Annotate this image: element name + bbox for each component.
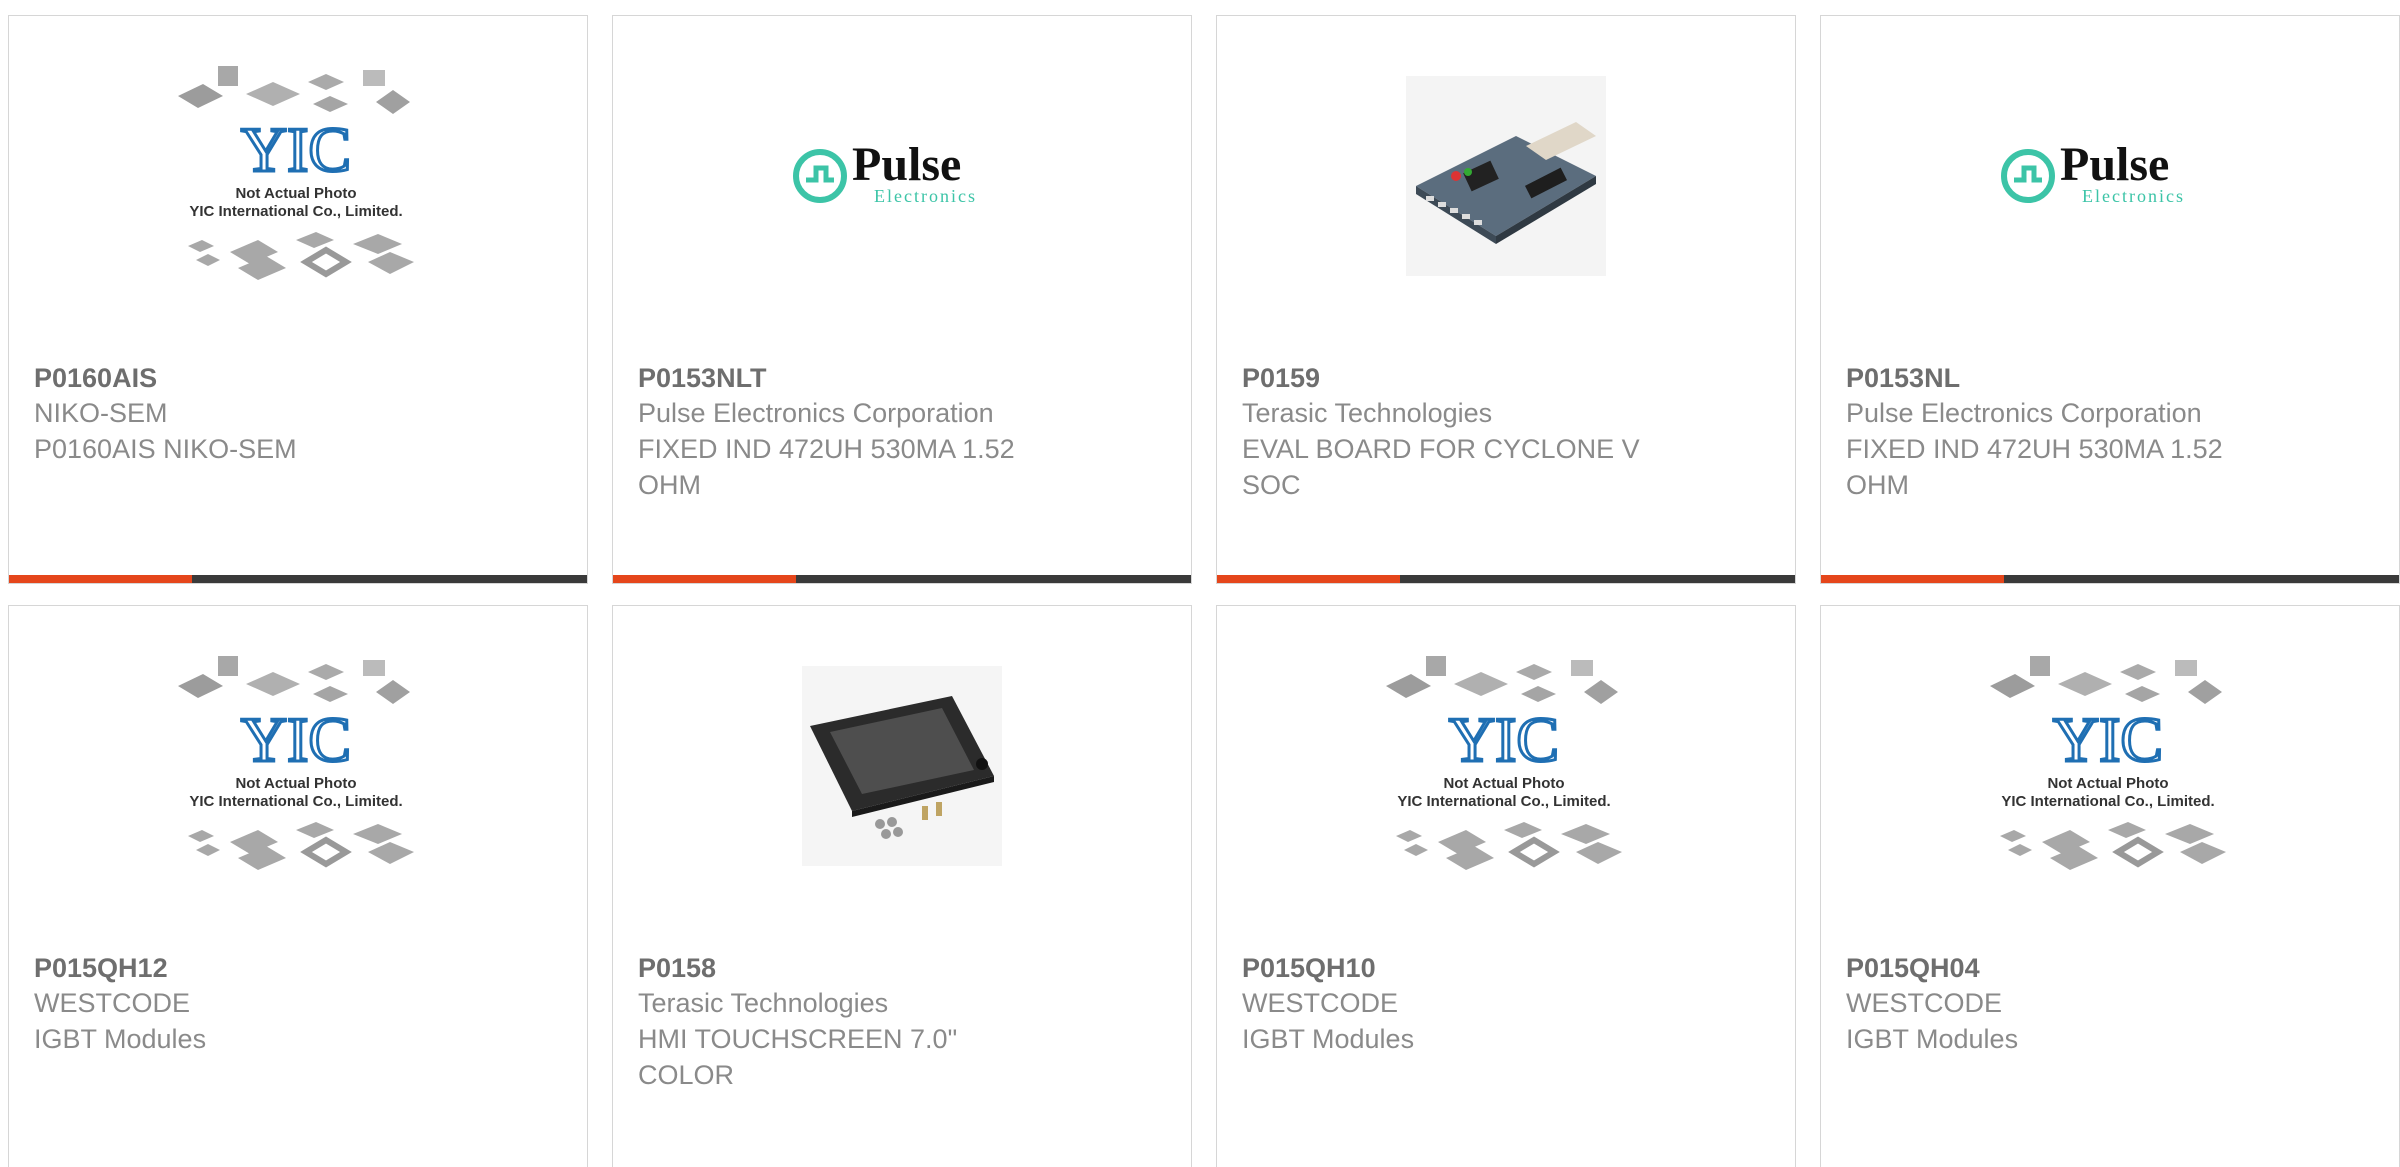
description: EVAL BOARD FOR CYCLONE V SOC (1242, 434, 1640, 500)
yic-logo-icon: YIC (1449, 704, 1559, 775)
yic-logo-icon: YIC (241, 114, 351, 185)
pulse-logo-icon (2001, 149, 2055, 203)
image-caption-line1: Not Actual Photo (1443, 775, 1564, 792)
part-number[interactable]: P0158 (638, 951, 1058, 985)
description: HMI TOUCHSCREEN 7.0" COLOR (638, 1024, 958, 1090)
description: P0160AIS NIKO-SEM (34, 434, 297, 464)
part-number[interactable]: P015QH10 (1242, 951, 1662, 985)
card-bottom-bar (613, 575, 1191, 583)
product-card[interactable]: YIC Not Actual Photo YIC International C… (1820, 605, 2400, 1167)
logo-main-text: Pulse (2060, 138, 2169, 191)
image-caption-line2: YIC International Co., Limited. (189, 793, 402, 810)
image-caption-line2: YIC International Co., Limited. (189, 203, 402, 220)
card-bottom-bar-accent (9, 575, 192, 583)
part-number[interactable]: P0160AIS (34, 361, 454, 395)
part-number[interactable]: P015QH12 (34, 951, 454, 985)
card-bottom-bar (1821, 575, 2399, 583)
manufacturer: WESTCODE (34, 988, 191, 1018)
product-card[interactable]: YIC Not Actual Photo YIC International C… (1216, 605, 1796, 1167)
image-caption-line1: Not Actual Photo (2047, 775, 2168, 792)
product-card[interactable]: P0158 Terasic Technologies HMI TOUCHSCRE… (612, 605, 1192, 1167)
image-caption-line1: Not Actual Photo (235, 775, 356, 792)
logo-sub-text: Electronics (2082, 186, 2185, 206)
touchscreen-photo (802, 666, 1002, 866)
part-number[interactable]: P015QH04 (1846, 951, 2266, 985)
logo-sub-text: Electronics (874, 186, 977, 206)
description: FIXED IND 472UH 530MA 1.52 OHM (638, 434, 1015, 500)
logo-main-text: Pulse (852, 138, 961, 191)
part-number[interactable]: P0153NLT (638, 361, 1058, 395)
yic-placeholder-image: YIC Not Actual Photo YIC International C… (178, 66, 414, 280)
product-info: P0159 Terasic Technologies EVAL BOARD FO… (1242, 361, 1662, 503)
image-caption-line1: Not Actual Photo (235, 185, 356, 202)
manufacturer: Terasic Technologies (638, 988, 889, 1018)
product-info: P0153NL Pulse Electronics Corporation FI… (1846, 361, 2266, 503)
pulse-logo-icon (793, 149, 847, 203)
description: FIXED IND 472UH 530MA 1.52 OHM (1846, 434, 2223, 500)
manufacturer: WESTCODE (1242, 988, 1399, 1018)
pulse-logo-image: Pulse Electronics (793, 138, 977, 206)
card-bottom-bar (1217, 575, 1795, 583)
card-bottom-bar-accent (1821, 575, 2004, 583)
yic-logo-icon: YIC (241, 704, 351, 775)
pulse-logo-image: Pulse Electronics (2001, 138, 2185, 206)
yic-placeholder-image: YIC Not Actual Photo YIC International C… (1990, 656, 2226, 870)
product-info: P0160AIS NIKO-SEM P0160AIS NIKO-SEM (34, 361, 454, 467)
yic-placeholder-image: YIC Not Actual Photo YIC International C… (1386, 656, 1622, 870)
product-card[interactable]: Pulse Electronics P0153NLT Pulse Electro… (612, 15, 1192, 584)
product-image[interactable]: Pulse Electronics (613, 71, 1191, 281)
yic-logo-icon: YIC (2053, 704, 2163, 775)
manufacturer: WESTCODE (1846, 988, 2003, 1018)
product-image[interactable]: YIC Not Actual Photo YIC International C… (9, 656, 587, 871)
product-image[interactable] (1217, 71, 1795, 281)
product-info: P0158 Terasic Technologies HMI TOUCHSCRE… (638, 951, 1058, 1093)
product-image[interactable]: YIC Not Actual Photo YIC International C… (1217, 656, 1795, 871)
manufacturer: Pulse Electronics Corporation (1846, 398, 2202, 428)
product-info: P015QH04 WESTCODE IGBT Modules (1846, 951, 2266, 1057)
product-card[interactable]: P0159 Terasic Technologies EVAL BOARD FO… (1216, 15, 1796, 584)
image-caption-line2: YIC International Co., Limited. (1397, 793, 1610, 810)
product-image[interactable]: Pulse Electronics (1821, 71, 2399, 281)
product-card[interactable]: YIC Not Actual Photo YIC International C… (8, 605, 588, 1167)
product-info: P015QH12 WESTCODE IGBT Modules (34, 951, 454, 1057)
product-image[interactable]: YIC Not Actual Photo YIC International C… (1821, 656, 2399, 871)
description: IGBT Modules (1242, 1024, 1415, 1054)
part-number[interactable]: P0153NL (1846, 361, 2266, 395)
eval-board-photo (1406, 76, 1606, 276)
part-number[interactable]: P0159 (1242, 361, 1662, 395)
product-card[interactable]: YIC Not Actual Photo YIC International C… (8, 15, 588, 584)
card-bottom-bar-accent (613, 575, 796, 583)
product-image[interactable]: YIC Not Actual Photo YIC International C… (9, 66, 587, 281)
description: IGBT Modules (34, 1024, 207, 1054)
card-bottom-bar (9, 575, 587, 583)
manufacturer: Terasic Technologies (1242, 398, 1493, 428)
description: IGBT Modules (1846, 1024, 2019, 1054)
card-bottom-bar-accent (1217, 575, 1400, 583)
manufacturer: Pulse Electronics Corporation (638, 398, 994, 428)
product-card[interactable]: Pulse Electronics P0153NL Pulse Electron… (1820, 15, 2400, 584)
manufacturer: NIKO-SEM (34, 398, 168, 428)
yic-placeholder-image: YIC Not Actual Photo YIC International C… (178, 656, 414, 870)
product-grid: YIC Not Actual Photo YIC International C… (0, 0, 2400, 1167)
product-info: P0153NLT Pulse Electronics Corporation F… (638, 361, 1058, 503)
product-info: P015QH10 WESTCODE IGBT Modules (1242, 951, 1662, 1057)
image-caption-line2: YIC International Co., Limited. (2001, 793, 2214, 810)
product-image[interactable] (613, 661, 1191, 871)
